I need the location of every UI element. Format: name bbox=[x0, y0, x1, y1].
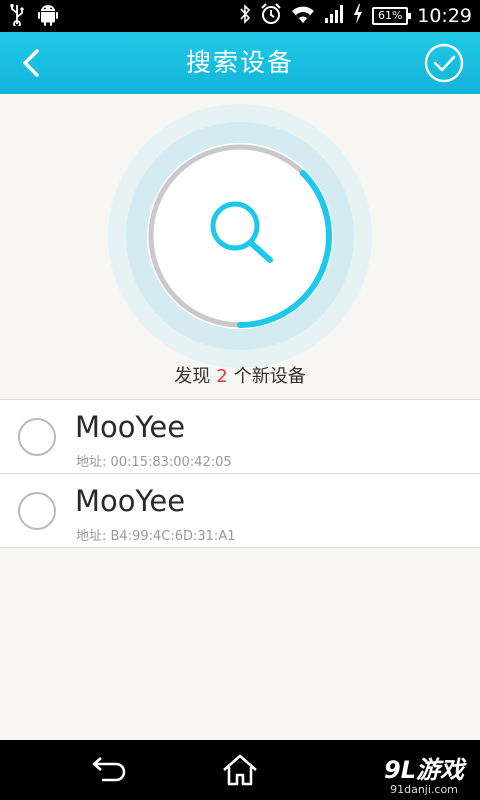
device-address: 地址: 00:15:83:00:42:05 bbox=[76, 455, 232, 470]
check-circle-icon bbox=[424, 43, 464, 83]
found-count: 2 bbox=[216, 366, 228, 387]
battery-indicator: 61% bbox=[372, 7, 412, 25]
clock: 10:29 bbox=[417, 5, 472, 27]
found-suffix: 个新设备 bbox=[233, 366, 306, 387]
charging-icon bbox=[353, 4, 363, 28]
usb-icon bbox=[10, 4, 24, 30]
bluetooth-icon bbox=[239, 4, 251, 28]
found-devices-summary: 发现 2 个新设备 bbox=[0, 362, 480, 388]
signal-icon bbox=[324, 4, 344, 28]
nav-home-button[interactable] bbox=[220, 752, 260, 788]
alarm-icon bbox=[260, 3, 282, 29]
watermark-brand: 9L游戏 bbox=[384, 756, 464, 784]
wifi-icon bbox=[291, 4, 315, 28]
device-name: MooYee bbox=[75, 410, 186, 444]
page-title: 搜索设备 bbox=[185, 48, 294, 77]
home-icon bbox=[223, 754, 257, 786]
app-header: 搜索设备 bbox=[0, 32, 480, 94]
device-name: MooYee bbox=[75, 484, 186, 518]
device-item[interactable]: MooYee 地址: B4:99:4C:6D:31:A1 bbox=[0, 474, 480, 548]
watermark-site: 91danji.com bbox=[390, 783, 458, 796]
nav-back-button[interactable] bbox=[88, 754, 128, 786]
confirm-button[interactable] bbox=[424, 43, 464, 83]
android-icon bbox=[38, 4, 58, 30]
scan-disc bbox=[147, 143, 333, 329]
back-button[interactable] bbox=[14, 45, 50, 81]
watermark-logo: 9L游戏 91danji.com bbox=[384, 750, 464, 796]
device-list: MooYee 地址: 00:15:83:00:42:05 MooYee 地址: … bbox=[0, 399, 480, 548]
scan-indicator bbox=[108, 104, 372, 368]
status-bar: 61% 10:29 bbox=[0, 0, 480, 32]
device-select-radio[interactable] bbox=[18, 492, 56, 530]
chevron-left-icon bbox=[23, 49, 39, 77]
return-arrow-icon bbox=[92, 757, 126, 782]
device-item[interactable]: MooYee 地址: 00:15:83:00:42:05 bbox=[0, 400, 480, 474]
device-select-radio[interactable] bbox=[18, 418, 56, 456]
device-address: 地址: B4:99:4C:6D:31:A1 bbox=[76, 529, 236, 544]
system-nav-bar: 9L游戏 91danji.com bbox=[0, 740, 480, 800]
found-prefix: 发现 bbox=[174, 366, 211, 387]
